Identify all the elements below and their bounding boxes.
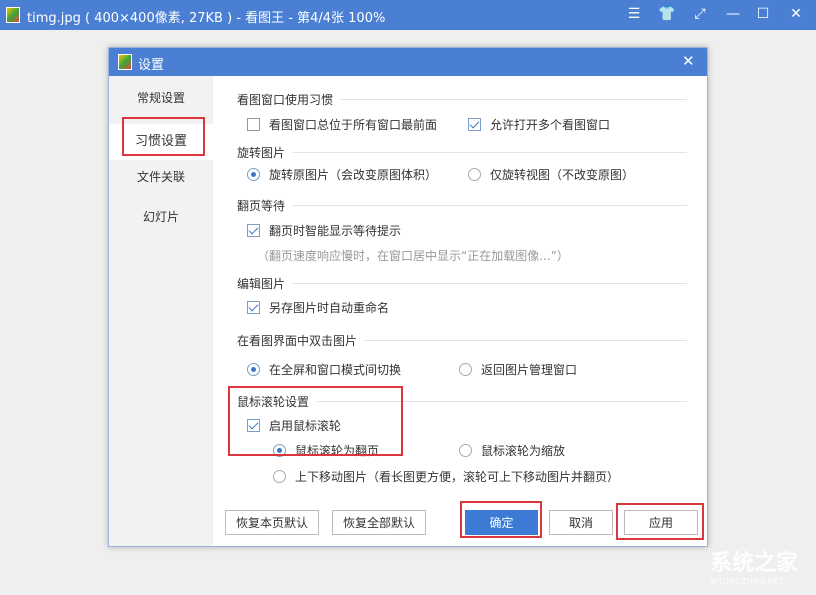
- multi-window-checkbox[interactable]: 允许打开多个看图窗口: [468, 116, 610, 133]
- rotate-original-radio[interactable]: 旋转原图片（会改变原图体积）: [247, 166, 437, 183]
- dialog-title: 设置: [138, 54, 164, 73]
- toggle-fullscreen-radio[interactable]: 在全屏和窗口模式间切换: [247, 361, 401, 378]
- app-logo-icon: [6, 7, 20, 23]
- maximize-button[interactable]: ☐: [751, 6, 775, 22]
- highlight-habits: [122, 117, 205, 156]
- cancel-button[interactable]: 取消: [549, 510, 613, 535]
- reset-page-button[interactable]: 恢复本页默认: [225, 510, 319, 535]
- label: 返回图片管理窗口: [481, 361, 577, 378]
- sidebar-item-slideshow[interactable]: 幻灯片: [109, 205, 213, 229]
- dialog-titlebar: 设置 ✕: [109, 48, 707, 76]
- section-edit: 编辑图片: [237, 275, 687, 292]
- label: 上下移动图片（看长图更方便，滚轮可上下移动图片并翻页）: [295, 468, 619, 485]
- section-window-habit: 看图窗口使用习惯: [237, 91, 687, 108]
- minimize-button[interactable]: —: [721, 6, 745, 22]
- section-rotate: 旋转图片: [237, 144, 687, 161]
- wheel-zoom-radio[interactable]: 鼠标滚轮为缩放: [459, 442, 565, 459]
- watermark-text: 系统之家: [710, 545, 798, 577]
- section-title: 在看图界面中双击图片: [237, 332, 357, 349]
- section-title: 旋转图片: [237, 144, 285, 161]
- watermark-logo: 系统之家 XITONGZHIJIA.NET: [650, 545, 798, 586]
- window-titlebar: timg.jpg ( 400×400像素, 27KB ) - 看图王 - 第4/…: [0, 0, 816, 30]
- fullscreen-icon[interactable]: ⤢: [688, 6, 712, 22]
- label: 仅旋转视图（不改变原图）: [490, 166, 634, 183]
- watermark-sub: XITONGZHIJIA.NET: [710, 577, 798, 586]
- skin-icon[interactable]: 👕: [655, 6, 679, 22]
- section-title: 翻页等待: [237, 197, 285, 214]
- close-button[interactable]: ✕: [784, 6, 808, 22]
- label: 旋转原图片（会改变原图体积）: [269, 166, 437, 183]
- smart-wait-checkbox[interactable]: 翻页时智能显示等待提示: [247, 222, 401, 239]
- label: 鼠标滚轮为缩放: [481, 442, 565, 459]
- reset-all-button[interactable]: 恢复全部默认: [332, 510, 426, 535]
- highlight-wheel: [228, 386, 403, 456]
- section-title: 编辑图片: [237, 275, 285, 292]
- sidebar-item-file-assoc[interactable]: 文件关联: [109, 165, 213, 189]
- label: 另存图片时自动重命名: [269, 299, 389, 316]
- dialog-close-icon[interactable]: ✕: [682, 52, 695, 70]
- sidebar-item-general[interactable]: 常规设置: [109, 86, 213, 110]
- return-manager-radio[interactable]: 返回图片管理窗口: [459, 361, 577, 378]
- page-wait-hint: （翻页速度响应慢时，在窗口居中显示“正在加载图像...”）: [257, 247, 569, 264]
- rotate-view-radio[interactable]: 仅旋转视图（不改变原图）: [468, 166, 634, 183]
- auto-rename-checkbox[interactable]: 另存图片时自动重命名: [247, 299, 389, 316]
- highlight-apply: [616, 503, 704, 540]
- section-title: 看图窗口使用习惯: [237, 91, 333, 108]
- label: 允许打开多个看图窗口: [490, 116, 610, 133]
- label: 看图窗口总位于所有窗口最前面: [269, 116, 437, 133]
- highlight-ok: [460, 501, 542, 538]
- section-page-wait: 翻页等待: [237, 197, 687, 214]
- dialog-logo-icon: [118, 54, 132, 70]
- label: 翻页时智能显示等待提示: [269, 222, 401, 239]
- always-on-top-checkbox[interactable]: 看图窗口总位于所有窗口最前面: [247, 116, 437, 133]
- menu-icon[interactable]: ☰: [622, 6, 646, 22]
- label: 在全屏和窗口模式间切换: [269, 361, 401, 378]
- wheel-scroll-radio[interactable]: 上下移动图片（看长图更方便，滚轮可上下移动图片并翻页）: [273, 468, 619, 485]
- section-dblclick: 在看图界面中双击图片: [237, 332, 687, 349]
- window-title: timg.jpg ( 400×400像素, 27KB ) - 看图王 - 第4/…: [27, 7, 385, 26]
